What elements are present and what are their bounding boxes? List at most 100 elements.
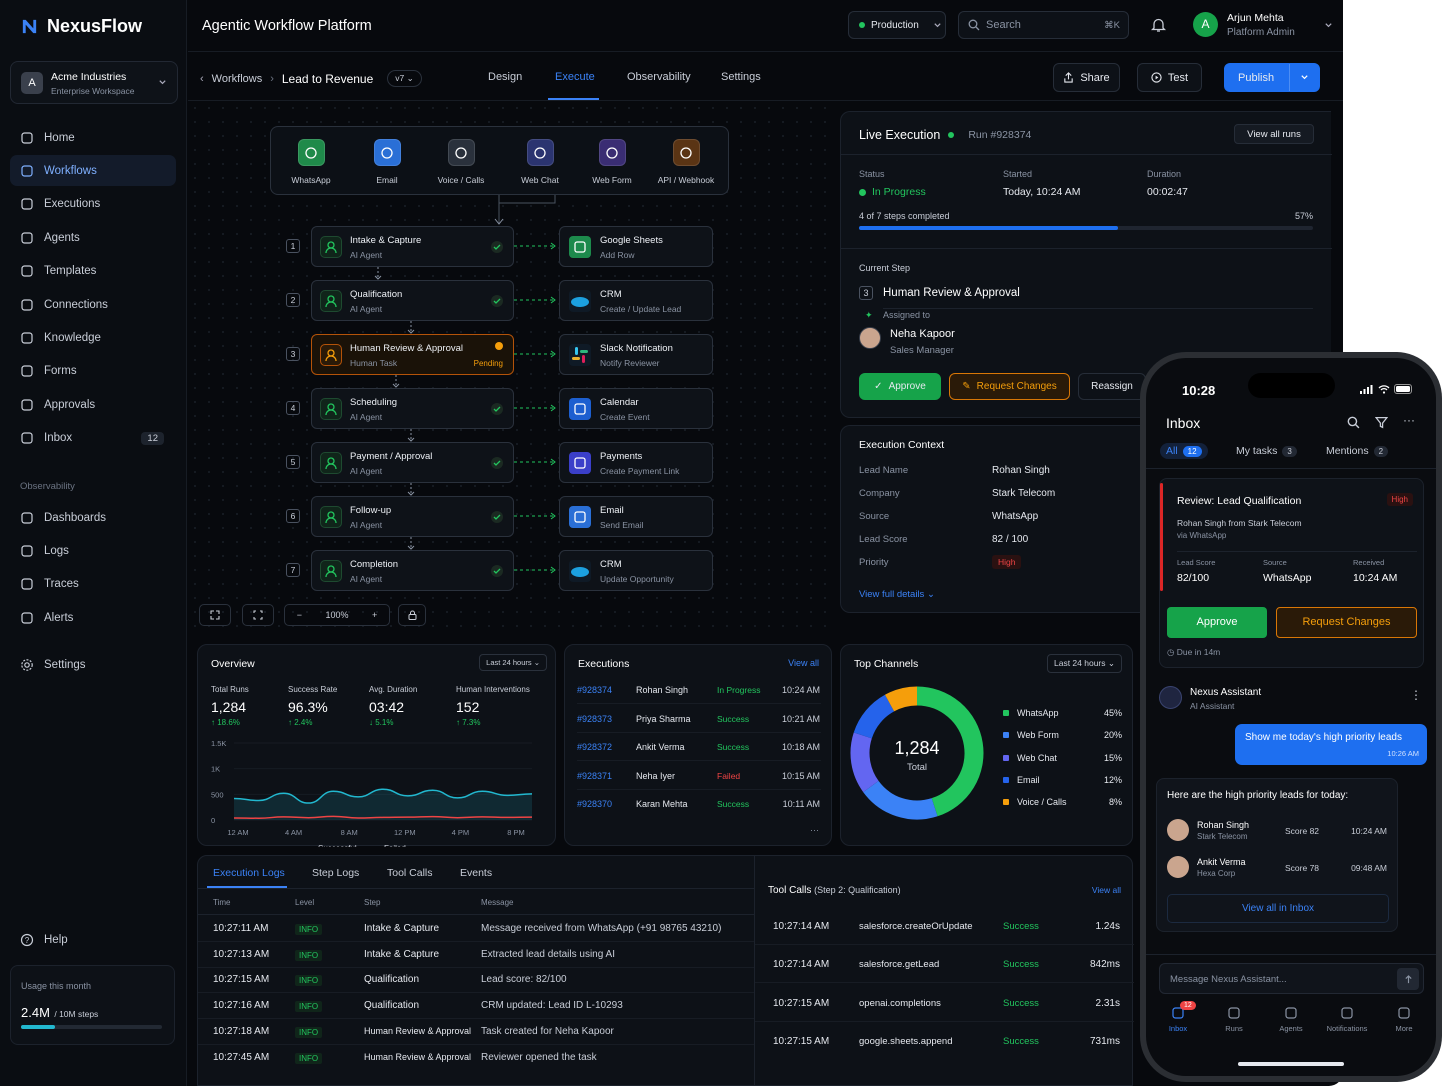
brand[interactable]: NexusFlow (20, 16, 142, 37)
view-all-runs-button[interactable]: View all runs (1234, 124, 1314, 144)
view-full-details-link[interactable]: View full details ⌄ (859, 589, 935, 600)
sidebar-item-dashboards[interactable]: Dashboards (10, 502, 176, 533)
tool-call-name[interactable]: google.sheets.append (859, 1036, 953, 1047)
chevron-left-icon[interactable]: ‹ (200, 73, 204, 85)
execution-id[interactable]: #928372 (577, 742, 612, 752)
mobile-tabbar-inbox[interactable]: Inbox 12 (1153, 1001, 1203, 1033)
user-menu[interactable]: A Arjun Mehta Platform Admin (1193, 10, 1333, 42)
action-2[interactable]: CRM Create / Update Lead (559, 280, 713, 321)
lead-name[interactable]: Ankit Verma (1197, 857, 1246, 867)
workflow-step-6[interactable]: Follow-up AI Agent (311, 496, 514, 537)
environment-selector[interactable]: Production (848, 11, 946, 39)
action-5[interactable]: Payments Create Payment Link (559, 442, 713, 483)
approve-button[interactable]: ✓ Approve (859, 373, 941, 400)
tab-settings[interactable]: Settings (721, 71, 761, 83)
tab-execute[interactable]: Execute (555, 71, 595, 83)
view-all-inbox-button[interactable]: View all in Inbox (1167, 894, 1389, 923)
executions-view-all[interactable]: View all (788, 658, 819, 668)
sidebar-item-forms[interactable]: Forms (10, 356, 176, 387)
log-level-badge: INFO (295, 949, 323, 961)
lock-button[interactable] (398, 604, 426, 626)
action-6[interactable]: Email Send Email (559, 496, 713, 537)
execution-id[interactable]: #928373 (577, 714, 612, 724)
log-tab-execution-logs[interactable]: Execution Logs (213, 867, 285, 879)
mobile-tabbar-notifications[interactable]: Notifications (1322, 1006, 1372, 1033)
sidebar-item-inbox[interactable]: Inbox 12 (10, 423, 176, 454)
sidebar-item-workflows[interactable]: Workflows (10, 155, 176, 187)
lead-name[interactable]: Rohan Singh (1197, 820, 1249, 830)
publish-button[interactable]: Publish (1224, 63, 1320, 92)
fit-view-button[interactable] (199, 604, 231, 626)
mobile-tab-my-tasks[interactable]: My tasks 3 (1236, 445, 1297, 457)
workflow-step-4[interactable]: Scheduling AI Agent (311, 388, 514, 429)
message-input[interactable]: Message Nexus Assistant... (1159, 963, 1424, 994)
request-changes-button[interactable]: ✎ Request Changes (949, 373, 1070, 400)
task-card[interactable]: Review: Lead Qualification High Rohan Si… (1159, 478, 1424, 668)
share-button[interactable]: Share (1053, 63, 1120, 92)
execution-id[interactable]: #928371 (577, 771, 612, 781)
mobile-request-changes-button[interactable]: Request Changes (1276, 607, 1417, 638)
breadcrumb-parent[interactable]: Workflows (212, 73, 263, 85)
more-icon[interactable]: ··· (1403, 413, 1415, 427)
version-selector[interactable]: v7 ⌄ (387, 70, 422, 87)
mobile-tabbar-runs[interactable]: Runs (1209, 1006, 1259, 1033)
mobile-tabbar-more[interactable]: More (1379, 1006, 1429, 1033)
sidebar-item-approvals[interactable]: Approvals (10, 389, 176, 420)
mobile-tab-mentions[interactable]: Mentions 2 (1326, 445, 1389, 457)
zoom-in-button[interactable]: + (372, 610, 377, 620)
workflow-step-1[interactable]: Intake & Capture AI Agent (311, 226, 514, 267)
send-button[interactable] (1397, 968, 1419, 990)
sidebar-item-settings[interactable]: Settings (10, 649, 176, 680)
fullscreen-button[interactable] (242, 604, 274, 626)
more-icon[interactable]: ··· (810, 825, 819, 835)
filter-icon[interactable] (1375, 416, 1388, 429)
sidebar-item-home[interactable]: Home (10, 122, 176, 153)
legend-label: Web Chat (1017, 752, 1057, 763)
action-1[interactable]: Google Sheets Add Row (559, 226, 713, 267)
log-tab-events[interactable]: Events (460, 867, 492, 879)
tab-observability[interactable]: Observability (627, 71, 691, 83)
workflow-step-7[interactable]: Completion AI Agent (311, 550, 514, 591)
reassign-button[interactable]: Reassign (1078, 373, 1146, 400)
mobile-tabbar-agents[interactable]: Agents (1266, 1006, 1316, 1033)
action-7[interactable]: CRM Update Opportunity (559, 550, 713, 591)
log-tab-tool-calls[interactable]: Tool Calls (387, 867, 433, 879)
workflow-step-2[interactable]: Qualification AI Agent (311, 280, 514, 321)
execution-id[interactable]: #928370 (577, 799, 612, 809)
signal-icon (1360, 384, 1374, 394)
search-input[interactable]: Search ⌘K (958, 11, 1129, 39)
lead-company: Hexa Corp (1197, 869, 1236, 878)
sidebar-item-knowledge[interactable]: Knowledge (10, 322, 176, 353)
sidebar-item-connections[interactable]: Connections (10, 289, 176, 320)
mobile-tab-all[interactable]: All 12 (1160, 443, 1208, 459)
sidebar-item-help[interactable]: ? Help (10, 924, 176, 955)
bell-icon[interactable] (1151, 17, 1166, 33)
zoom-out-button[interactable]: − (297, 610, 302, 620)
sidebar-item-executions[interactable]: Executions (10, 189, 176, 220)
sidebar-item-traces[interactable]: Traces (10, 569, 176, 600)
top-channels-range[interactable]: Last 24 hours ⌄ (1047, 654, 1122, 673)
tool-call-name[interactable]: openai.completions (859, 998, 941, 1009)
sidebar-item-agents[interactable]: Agents (10, 222, 176, 253)
execution-id[interactable]: #928374 (577, 685, 612, 695)
tool-call-name[interactable]: salesforce.getLead (859, 959, 939, 970)
log-tab-step-logs[interactable]: Step Logs (312, 867, 359, 879)
sidebar-item-logs[interactable]: Logs (10, 535, 176, 566)
more-vertical-icon[interactable]: ⋮ (1410, 688, 1422, 702)
sidebar-item-templates[interactable]: Templates (10, 256, 176, 287)
tool-call-name[interactable]: salesforce.createOrUpdate (859, 921, 973, 932)
overview-range[interactable]: Last 24 hours ⌄ (479, 654, 547, 671)
test-button[interactable]: Test (1137, 63, 1202, 92)
workspace-switcher[interactable]: A Acme Industries Enterprise Workspace (10, 61, 178, 104)
search-icon[interactable] (1347, 416, 1360, 429)
sidebar-item-alerts[interactable]: Alerts (10, 602, 176, 633)
action-4[interactable]: Calendar Create Event (559, 388, 713, 429)
workflow-step-3[interactable]: Human Review & Approval Human Task Pending (311, 334, 514, 375)
chevron-down-icon[interactable] (1289, 64, 1319, 91)
workflow-step-5[interactable]: Payment / Approval AI Agent (311, 442, 514, 483)
approve-label: Approve (888, 381, 926, 392)
tab-design[interactable]: Design (488, 71, 522, 83)
tool-calls-view-all[interactable]: View all (1092, 885, 1121, 895)
action-3[interactable]: Slack Notification Notify Reviewer (559, 334, 713, 375)
mobile-approve-button[interactable]: Approve (1167, 607, 1267, 638)
